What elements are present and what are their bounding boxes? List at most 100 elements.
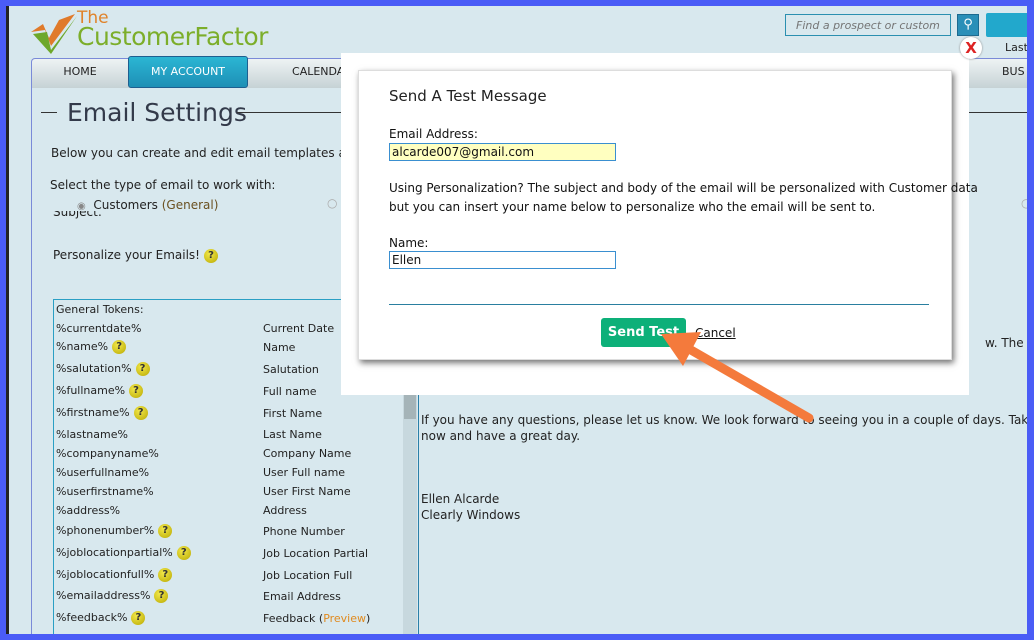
radio-customers[interactable]: ◉ Customers (General) [77, 198, 218, 212]
token-code[interactable]: %lastname% [56, 428, 128, 441]
browser-viewport: The CustomerFactor ⚲ Last v HOME MY ACCO… [6, 6, 1027, 634]
token-code[interactable]: %firstname% [56, 406, 130, 419]
logo-text-brand: CustomerFactor [77, 22, 268, 51]
preview-link[interactable]: Preview [323, 612, 366, 625]
token-description-text: Full name [263, 385, 317, 398]
token-description-text: User Full name [263, 466, 346, 479]
token-row: %lastname% [56, 428, 128, 441]
signature-name: Ellen Alcarde [421, 492, 500, 506]
token-row: %emailaddress%? [56, 589, 169, 603]
help-icon[interactable]: ? [131, 611, 146, 625]
help-icon[interactable]: ? [176, 546, 191, 560]
search-icon: ⚲ [963, 17, 973, 32]
token-description-text: User First Name [263, 485, 351, 498]
token-code[interactable]: %phonenumber% [56, 524, 154, 537]
token-code[interactable]: %companyname% [56, 447, 159, 460]
token-code[interactable]: %emailaddress% [56, 589, 150, 602]
intro-text: Below you can create and edit email temp… [51, 146, 378, 160]
close-icon: X [965, 39, 977, 57]
token-description-text: Feedback [263, 612, 316, 625]
radio-other[interactable]: ○ [327, 196, 337, 210]
logo[interactable]: The CustomerFactor [29, 8, 269, 54]
token-description-text: Last Name [263, 428, 322, 441]
nav-my-account[interactable]: MY ACCOUNT [128, 56, 248, 88]
token-description: First Name [263, 407, 322, 420]
token-row: %userfirstname% [56, 485, 154, 498]
token-row: %address% [56, 504, 120, 517]
help-icon[interactable]: ? [129, 384, 144, 398]
token-code[interactable]: %fullname% [56, 384, 125, 397]
nav-business[interactable]: BUS [1002, 59, 1027, 87]
token-description: Company Name [263, 447, 351, 460]
help-icon[interactable]: ? [112, 340, 127, 354]
personalize-heading: Personalize your Emails!? [53, 248, 218, 263]
token-row: %feedback%? [56, 611, 146, 625]
name-input[interactable]: Ellen [389, 251, 616, 269]
nav-home[interactable]: HOME [32, 59, 128, 87]
token-code[interactable]: %currentdate% [56, 322, 141, 335]
token-description: Email Address [263, 590, 341, 603]
token-row: %joblocationfull%? [56, 568, 173, 582]
token-description-text: Current Date [263, 322, 335, 335]
token-description: Feedback (Preview) [263, 612, 371, 625]
token-code[interactable]: %userfirstname% [56, 485, 154, 498]
token-description: Address [263, 504, 307, 517]
body-text-fragment: w. The [985, 336, 1024, 350]
token-description: Last Name [263, 428, 322, 441]
personalization-label: Using Personalization? [389, 181, 524, 195]
help-icon[interactable]: ? [204, 248, 218, 263]
token-description-text: Job Location Full [263, 569, 353, 582]
token-row: %salutation%? [56, 362, 150, 376]
help-icon[interactable]: ? [158, 568, 173, 582]
header-action-button[interactable] [986, 13, 1027, 37]
body-paragraph-cont: now and have a great day. [421, 429, 581, 443]
token-row: %userfullname% [56, 466, 149, 479]
token-row: %firstname%? [56, 406, 148, 420]
email-address-input[interactable]: alcarde007@gmail.com [389, 143, 616, 161]
dialog-divider [389, 304, 929, 305]
token-description: Current Date [263, 322, 334, 335]
help-icon[interactable]: ? [158, 524, 173, 538]
token-code[interactable]: %joblocationpartial% [56, 546, 173, 559]
token-description: User Full name [263, 466, 345, 479]
help-icon[interactable]: ? [135, 362, 150, 376]
token-description: Phone Number [263, 525, 345, 538]
radio-other-2[interactable]: ○ [1021, 196, 1027, 210]
signature-company: Clearly Windows [421, 508, 521, 522]
search-button[interactable]: ⚲ [957, 14, 979, 36]
personalization-text: Using Personalization? The subject and b… [389, 181, 978, 195]
token-description-text: Phone Number [263, 525, 345, 538]
checkmark-logo-icon [31, 14, 77, 54]
token-code[interactable]: %name% [56, 340, 108, 353]
token-code[interactable]: %address% [56, 504, 120, 517]
token-description-text: Job Location Partial [263, 547, 369, 560]
token-code[interactable]: %joblocationfull% [56, 568, 154, 581]
token-description: Full name [263, 385, 317, 398]
token-description: Name [263, 341, 295, 354]
token-description: Job Location Full [263, 569, 352, 582]
token-description-text: Salutation [263, 363, 319, 376]
personalize-text: Personalize your Emails! [53, 248, 200, 262]
personalization-desc: The subject and body of the email will b… [523, 181, 978, 195]
token-description-text: First Name [263, 407, 323, 420]
token-code[interactable]: %salutation% [56, 362, 132, 375]
close-dialog-button[interactable]: X [960, 37, 982, 59]
token-row: %joblocationpartial%? [56, 546, 191, 560]
token-row: %currentdate% [56, 322, 141, 335]
search-input[interactable] [785, 14, 951, 36]
token-row: %phonenumber%? [56, 524, 173, 538]
divider [41, 112, 57, 113]
annotation-arrow-icon [661, 332, 814, 423]
token-code[interactable]: %feedback% [56, 611, 127, 624]
page-title: Email Settings [67, 98, 247, 127]
help-icon[interactable]: ? [133, 406, 148, 420]
help-icon[interactable]: ? [154, 589, 169, 603]
scrollbar-thumb[interactable] [404, 395, 416, 419]
token-row: %fullname%? [56, 384, 144, 398]
token-description-text: Company Name [263, 447, 352, 460]
token-description: Job Location Partial [263, 547, 368, 560]
token-description: Salutation [263, 363, 319, 376]
subject-label: Subject: [53, 211, 102, 219]
token-code[interactable]: %userfullname% [56, 466, 149, 479]
token-description-text: Name [263, 341, 296, 354]
